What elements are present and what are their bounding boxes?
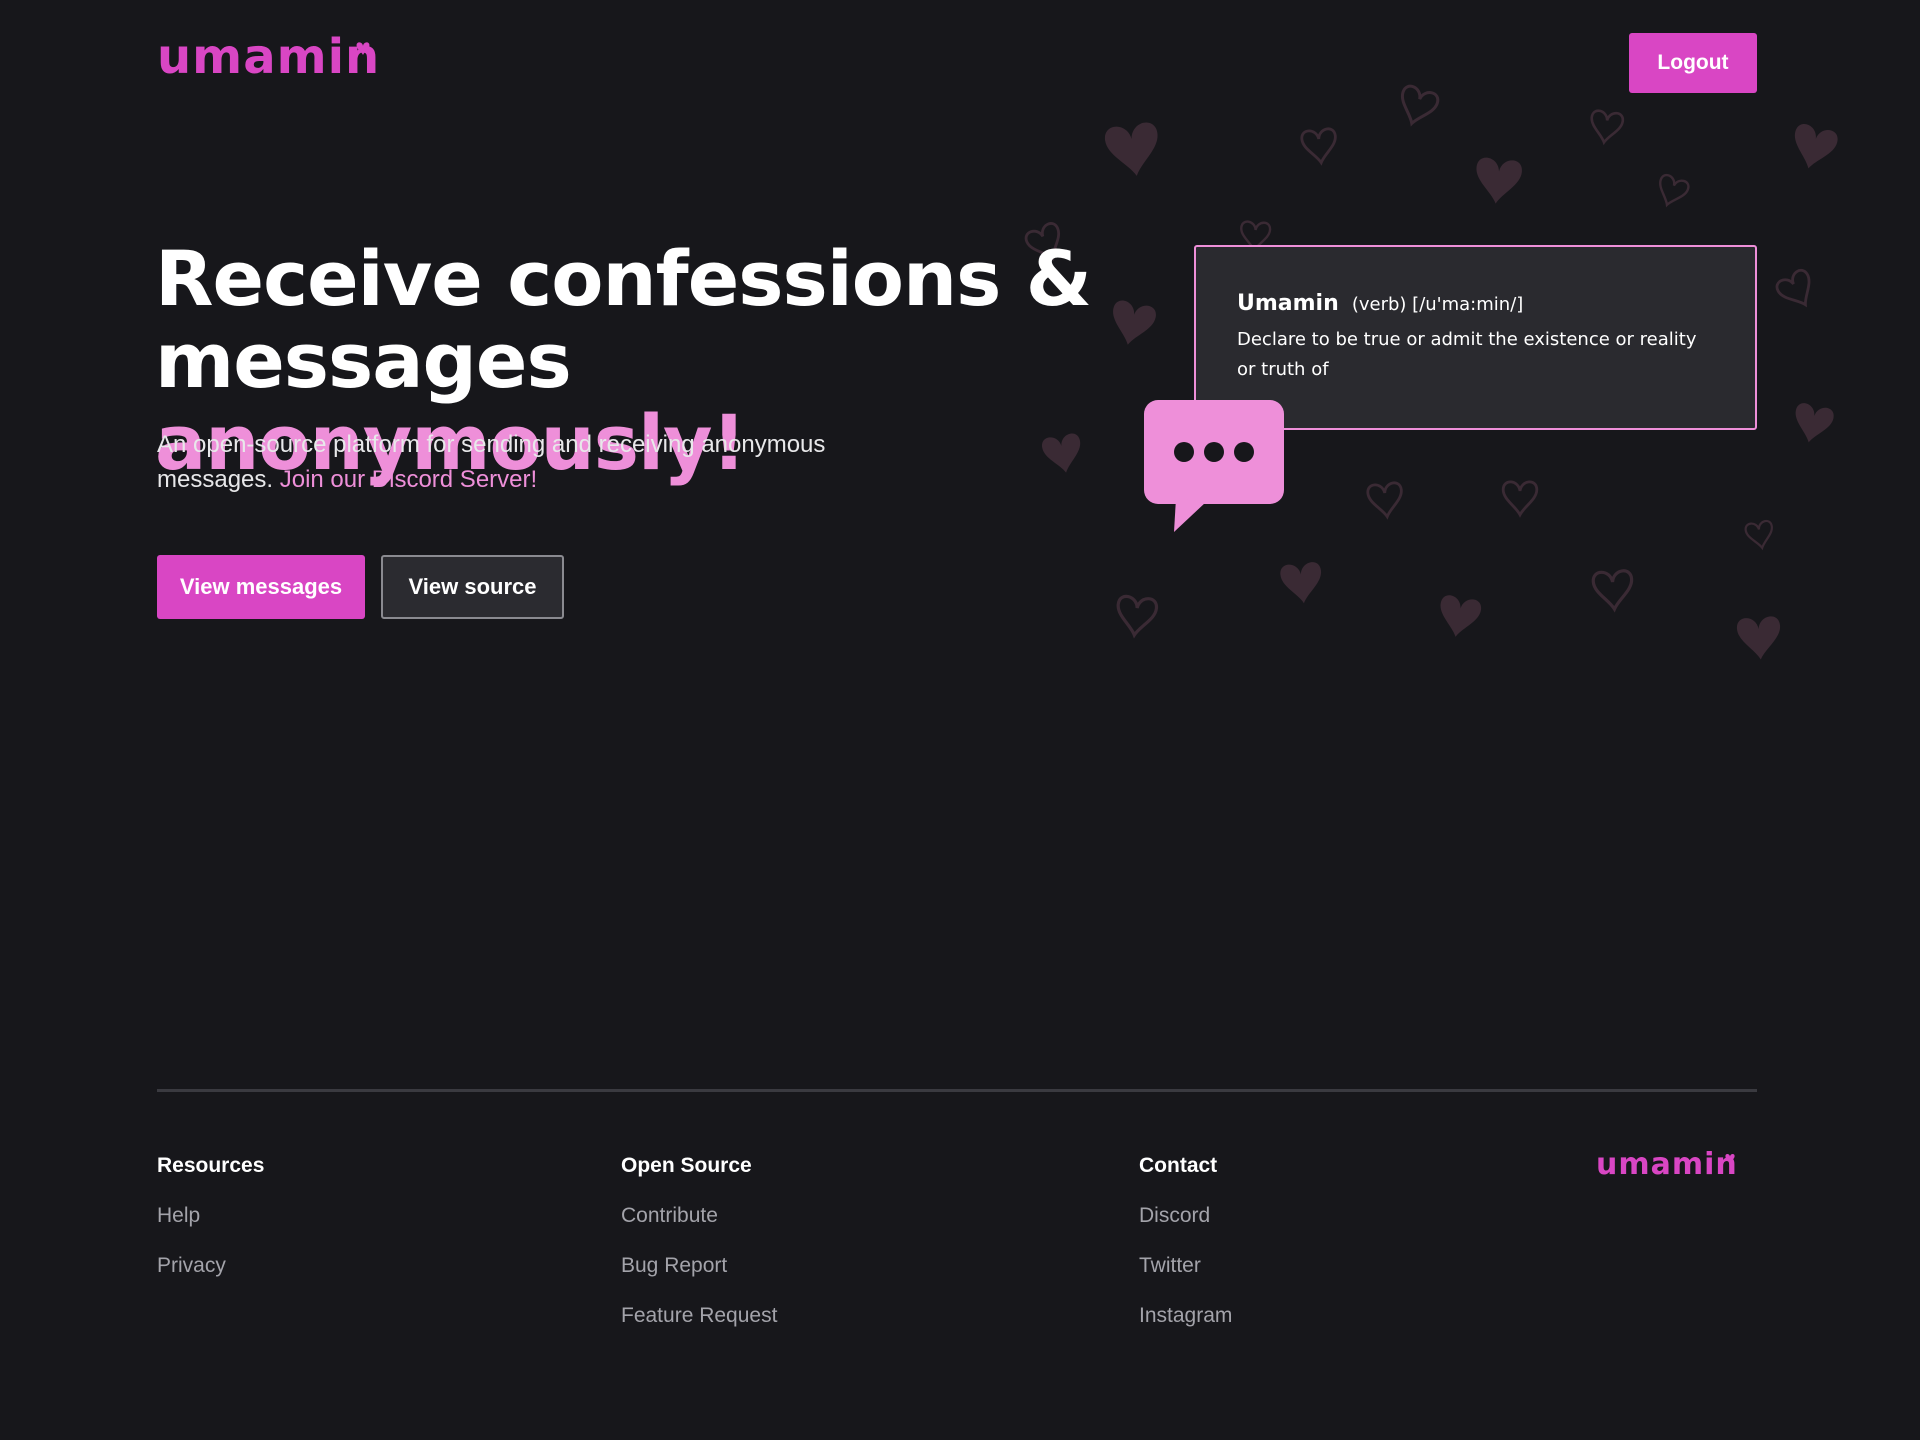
footer-link-feature-request[interactable]: Feature Request	[621, 1303, 777, 1329]
view-messages-button[interactable]: View messages	[157, 555, 365, 619]
logo-text: umamin	[157, 29, 381, 85]
heart-icon	[1725, 1153, 1735, 1163]
heart-icon	[1299, 126, 1340, 166]
heart-icon	[1103, 121, 1163, 180]
footer-link-help[interactable]: Help	[157, 1203, 264, 1229]
heart-icon	[1591, 568, 1636, 613]
footer-link-discord[interactable]: Discord	[1139, 1203, 1232, 1229]
footer-link-instagram[interactable]: Instagram	[1139, 1303, 1232, 1329]
footer-column-resources: Resources Help Privacy	[157, 1153, 264, 1303]
footer-column-contact: Contact Discord Twitter Instagram	[1139, 1153, 1232, 1353]
footer-link-contribute[interactable]: Contribute	[621, 1203, 777, 1229]
footer-logo-text: umamin	[1596, 1147, 1738, 1182]
footer-column-open-source: Open Source Contribute Bug Report Featur…	[621, 1153, 777, 1353]
heart-icon	[1772, 266, 1822, 315]
headline-line2: messages	[155, 316, 572, 405]
heart-icon	[1652, 172, 1692, 211]
definition-word: Umamin	[1237, 291, 1339, 316]
definition-pronunciation: (verb) [/u'ma:min/]	[1351, 294, 1524, 315]
headline-line1: Receive confessions &	[155, 234, 1092, 323]
heart-icon	[1736, 615, 1783, 662]
footer-link-privacy[interactable]: Privacy	[157, 1253, 264, 1279]
footer-logo[interactable]: umamin	[1596, 1150, 1738, 1180]
hero-subtext: An open-source platform for sending and …	[157, 427, 877, 497]
discord-link[interactable]: Join our Discord Server!	[280, 466, 537, 493]
footer-divider	[157, 1089, 1757, 1092]
definition-meaning: Declare to be true or admit the existenc…	[1237, 329, 1697, 380]
heart-icon	[1587, 108, 1626, 146]
definition-header: Umamin (verb) [/u'ma:min/]	[1237, 290, 1715, 319]
heart-icon	[1393, 82, 1442, 131]
footer-heading-contact: Contact	[1139, 1154, 1218, 1177]
heart-icon	[1365, 480, 1406, 520]
view-source-button[interactable]: View source	[381, 555, 564, 619]
heart-icon	[1743, 518, 1777, 552]
heart-icon	[1113, 593, 1159, 639]
heart-icon	[1279, 561, 1325, 606]
heart-icon	[356, 42, 370, 55]
heart-icon	[1787, 122, 1840, 174]
heart-icon	[1435, 593, 1483, 641]
logo[interactable]: umamin	[157, 33, 380, 81]
chat-bubble-ellipsis-icon	[1144, 400, 1284, 532]
heart-icon	[1501, 480, 1539, 517]
heart-icon	[1472, 156, 1523, 206]
footer-link-twitter[interactable]: Twitter	[1139, 1253, 1232, 1279]
logout-button[interactable]: Logout	[1629, 33, 1757, 93]
heart-icon	[1789, 401, 1836, 447]
footer-heading-resources: Resources	[157, 1154, 265, 1177]
landing-page: umamin Logout Receive confessions & mess…	[0, 0, 1920, 1440]
footer-heading-open-source: Open Source	[621, 1154, 752, 1177]
footer-link-bug-report[interactable]: Bug Report	[621, 1253, 777, 1279]
